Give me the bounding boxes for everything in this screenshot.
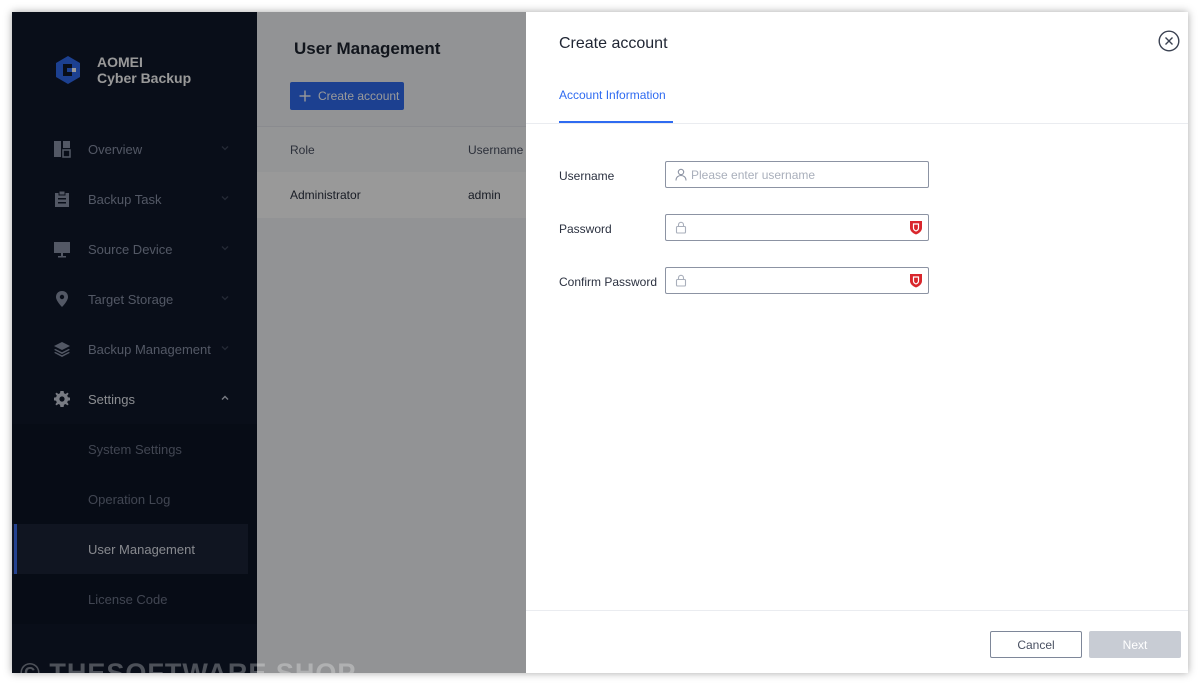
confirm-password-input[interactable] xyxy=(691,271,891,290)
cancel-button[interactable]: Cancel xyxy=(990,631,1082,658)
password-manager-shield-icon[interactable] xyxy=(909,220,923,235)
lock-icon xyxy=(675,274,687,287)
confirm-password-field[interactable] xyxy=(665,267,929,294)
password-input[interactable] xyxy=(691,218,891,237)
drawer-title: Create account xyxy=(559,35,668,52)
confirm-password-label: Confirm Password xyxy=(559,275,658,289)
watermark-text: © THESOFTWARE.SHOP xyxy=(20,658,357,673)
next-button[interactable]: Next xyxy=(1089,631,1181,658)
app-window: AOMEI Cyber Backup Overview Backup Task … xyxy=(12,12,1188,673)
password-manager-shield-icon[interactable] xyxy=(909,273,923,288)
tab-account-information[interactable]: Account Information xyxy=(559,88,666,102)
user-icon xyxy=(675,168,687,181)
tab-divider xyxy=(526,123,1188,124)
close-icon[interactable] xyxy=(1158,30,1180,52)
password-label: Password xyxy=(559,222,612,236)
create-account-drawer: Create account Account Information Usern… xyxy=(526,12,1188,673)
footer-divider xyxy=(526,610,1188,611)
username-input[interactable] xyxy=(691,165,891,184)
password-field[interactable] xyxy=(665,214,929,241)
username-field[interactable] xyxy=(665,161,929,188)
lock-icon xyxy=(675,221,687,234)
username-label: Username xyxy=(559,169,615,183)
